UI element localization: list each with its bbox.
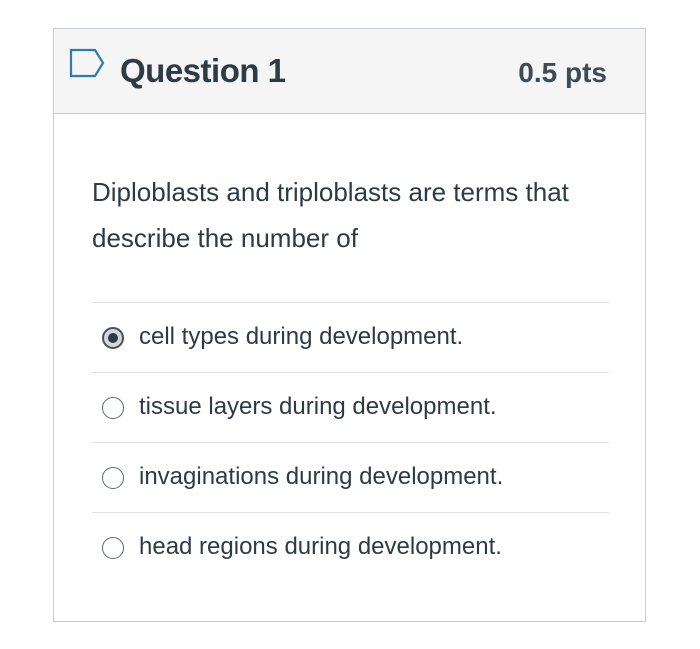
question-card: Question 1 0.5 pts Diploblasts and tripl… (53, 28, 646, 622)
question-text: Diploblasts and triploblasts are terms t… (92, 177, 569, 253)
answer-list: cell types during development. tissue la… (92, 302, 609, 582)
answer-label[interactable]: cell types during development. (139, 319, 463, 355)
question-points: 0.5 pts (518, 57, 607, 88)
question-title: Question 1 (120, 52, 286, 89)
answer-label[interactable]: head regions during development. (139, 529, 502, 565)
answer-option[interactable]: head regions during development. (92, 512, 609, 582)
question-header: Question 1 0.5 pts (54, 29, 645, 114)
answer-option[interactable]: cell types during development. (92, 302, 609, 372)
answer-label[interactable]: invaginations during development. (139, 459, 503, 495)
answer-option[interactable]: tissue layers during development. (92, 372, 609, 442)
radio-button[interactable] (102, 537, 124, 559)
answer-label[interactable]: tissue layers during development. (139, 389, 497, 425)
radio-button[interactable] (102, 397, 124, 419)
radio-button[interactable] (102, 327, 124, 349)
bookmark-flag-icon[interactable] (69, 48, 105, 78)
radio-button[interactable] (102, 467, 124, 489)
answer-option[interactable]: invaginations during development. (92, 442, 609, 512)
